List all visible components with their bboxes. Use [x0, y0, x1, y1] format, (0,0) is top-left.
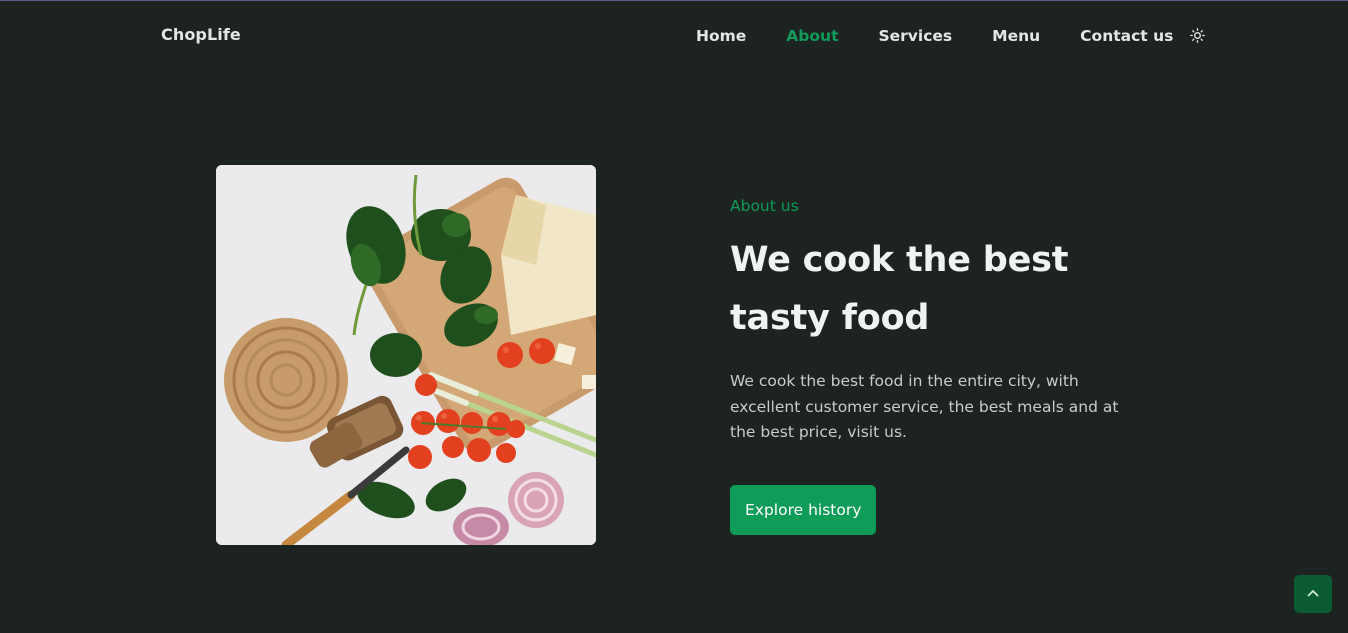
section-description: We cook the best food in the entire city…	[730, 372, 1119, 441]
explore-history-button[interactable]: Explore history	[730, 485, 877, 535]
about-food-image	[216, 165, 596, 545]
about-content: About us We cook the best tasty food We …	[730, 195, 1150, 535]
main-nav: Home About Services Menu Contact us	[696, 25, 1205, 47]
nav-contact[interactable]: Contact us	[1080, 25, 1173, 47]
scroll-up-button[interactable]	[1294, 575, 1332, 613]
nav-menu[interactable]: Menu	[992, 25, 1040, 47]
nav-services[interactable]: Services	[878, 25, 952, 47]
nav-about[interactable]: About	[786, 25, 838, 47]
section-subtitle: About us	[730, 197, 799, 215]
logo[interactable]: ChopLife	[161, 25, 241, 44]
site-header: ChopLife Home About Services Menu Contac…	[0, 1, 1348, 73]
sun-icon[interactable]	[1189, 27, 1205, 43]
nav-home[interactable]: Home	[696, 25, 746, 47]
chevron-up-icon	[1306, 585, 1320, 604]
section-title: We cook the best tasty food	[730, 240, 1069, 338]
